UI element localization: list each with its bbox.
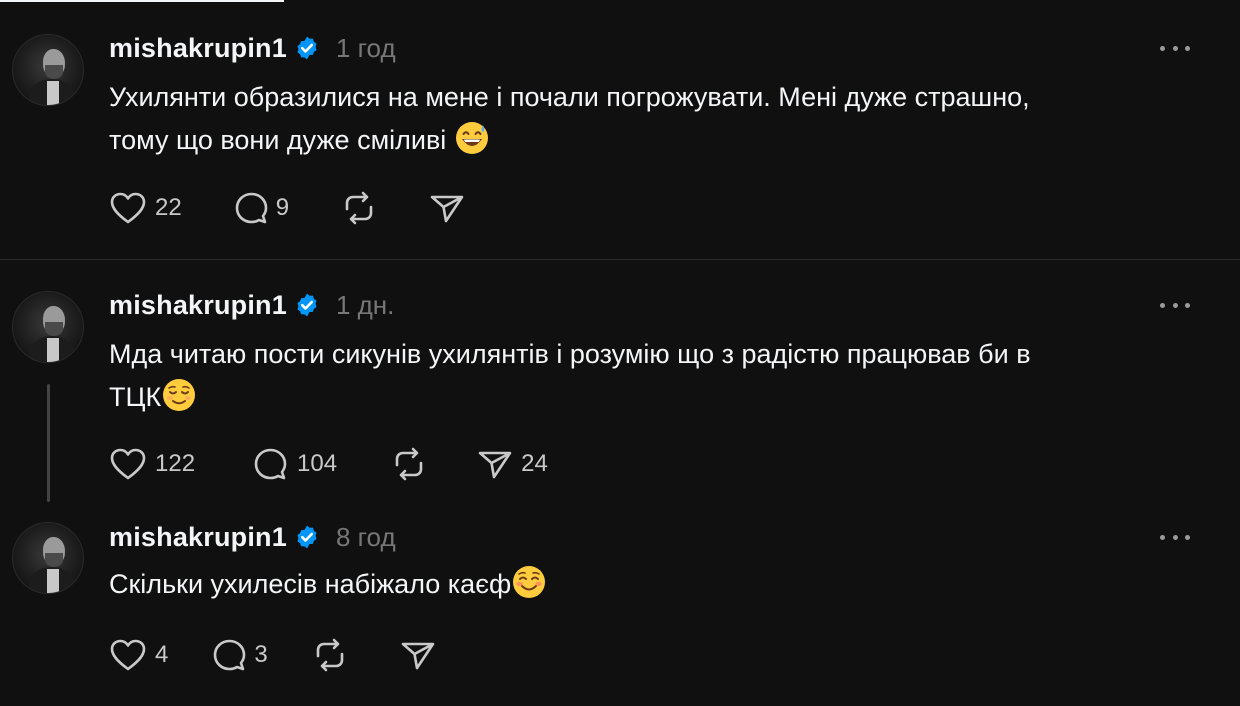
post-header: mishakrupin1 8 год <box>109 519 396 555</box>
repost-icon <box>395 447 423 481</box>
comment-icon <box>235 192 268 224</box>
like-count: 4 <box>155 641 169 668</box>
post-header: mishakrupin1 1 дн. <box>109 287 394 323</box>
like-button[interactable]: 22 <box>109 188 182 228</box>
relieved-emoji <box>163 379 196 411</box>
heart-icon <box>110 639 146 671</box>
like-button[interactable]: 4 <box>109 635 168 675</box>
reply-button[interactable]: 3 <box>210 635 268 675</box>
verified-badge-icon <box>297 36 317 60</box>
post-text: Ухилянти образилися на мене і почали пог… <box>109 76 1189 162</box>
post-actions: 22 9 <box>109 188 465 228</box>
share-icon <box>401 642 435 670</box>
more-icon[interactable] <box>1160 42 1190 54</box>
share-count: 24 <box>521 450 548 477</box>
username[interactable]: mishakrupin1 <box>109 290 287 321</box>
share-icon <box>430 195 464 223</box>
grinning-sweat-emoji <box>456 122 489 154</box>
verified-badge-icon <box>297 293 317 317</box>
post-time[interactable]: 1 год <box>336 33 396 64</box>
repost-button[interactable] <box>310 635 350 675</box>
share-icon <box>478 451 512 479</box>
like-button[interactable]: 122 <box>109 444 195 484</box>
reply-button[interactable]: 9 <box>232 188 289 228</box>
avatar[interactable] <box>12 522 84 594</box>
share-button[interactable] <box>400 635 436 675</box>
share-button[interactable] <box>429 188 465 228</box>
post-divider <box>0 259 1240 260</box>
repost-icon <box>345 191 373 225</box>
repost-button[interactable] <box>389 444 429 484</box>
username[interactable]: mishakrupin1 <box>109 33 287 64</box>
avatar[interactable] <box>12 34 84 106</box>
post-actions: 4 3 <box>109 635 436 675</box>
repost-button[interactable] <box>339 188 379 228</box>
more-icon[interactable] <box>1160 531 1190 543</box>
verified-badge-icon <box>297 525 317 549</box>
post-text-line: тому що вони дуже сміливі <box>109 125 447 155</box>
comment-icon <box>214 639 246 671</box>
post-time[interactable]: 8 год <box>336 522 396 553</box>
more-icon[interactable] <box>1160 299 1190 311</box>
comment-icon <box>254 448 287 480</box>
like-count: 22 <box>155 194 182 221</box>
repost-icon <box>316 638 344 672</box>
thread-line <box>47 384 50 502</box>
post-text: Скільки ухилесів набіжало каєф <box>109 563 1189 606</box>
avatar[interactable] <box>12 291 84 363</box>
heart-icon <box>110 448 146 480</box>
reply-count: 9 <box>275 194 290 221</box>
smiling-blush-emoji <box>513 566 546 598</box>
post-text-line: Мда читаю пости сикунів ухилянтів і розу… <box>109 339 1031 369</box>
post-header: mishakrupin1 1 год <box>109 30 396 66</box>
post-text-line: Ухилянти образилися на мене і почали пог… <box>109 82 1030 112</box>
post-actions: 122 104 24 <box>109 444 548 484</box>
heart-icon <box>110 192 146 224</box>
post-text-line: Скільки ухилесів набіжало каєф <box>109 569 512 599</box>
post-text: Мда читаю пости сикунів ухилянтів і розу… <box>109 333 1189 419</box>
share-button[interactable]: 24 <box>477 444 548 484</box>
reply-button[interactable]: 104 <box>251 444 337 484</box>
reply-count: 3 <box>254 641 268 668</box>
post-time[interactable]: 1 дн. <box>336 290 394 321</box>
reply-count: 104 <box>297 450 338 477</box>
active-tab-indicator <box>0 0 284 2</box>
post-text-line: ТЦК <box>109 382 162 412</box>
username[interactable]: mishakrupin1 <box>109 522 287 553</box>
like-count: 122 <box>155 450 196 477</box>
